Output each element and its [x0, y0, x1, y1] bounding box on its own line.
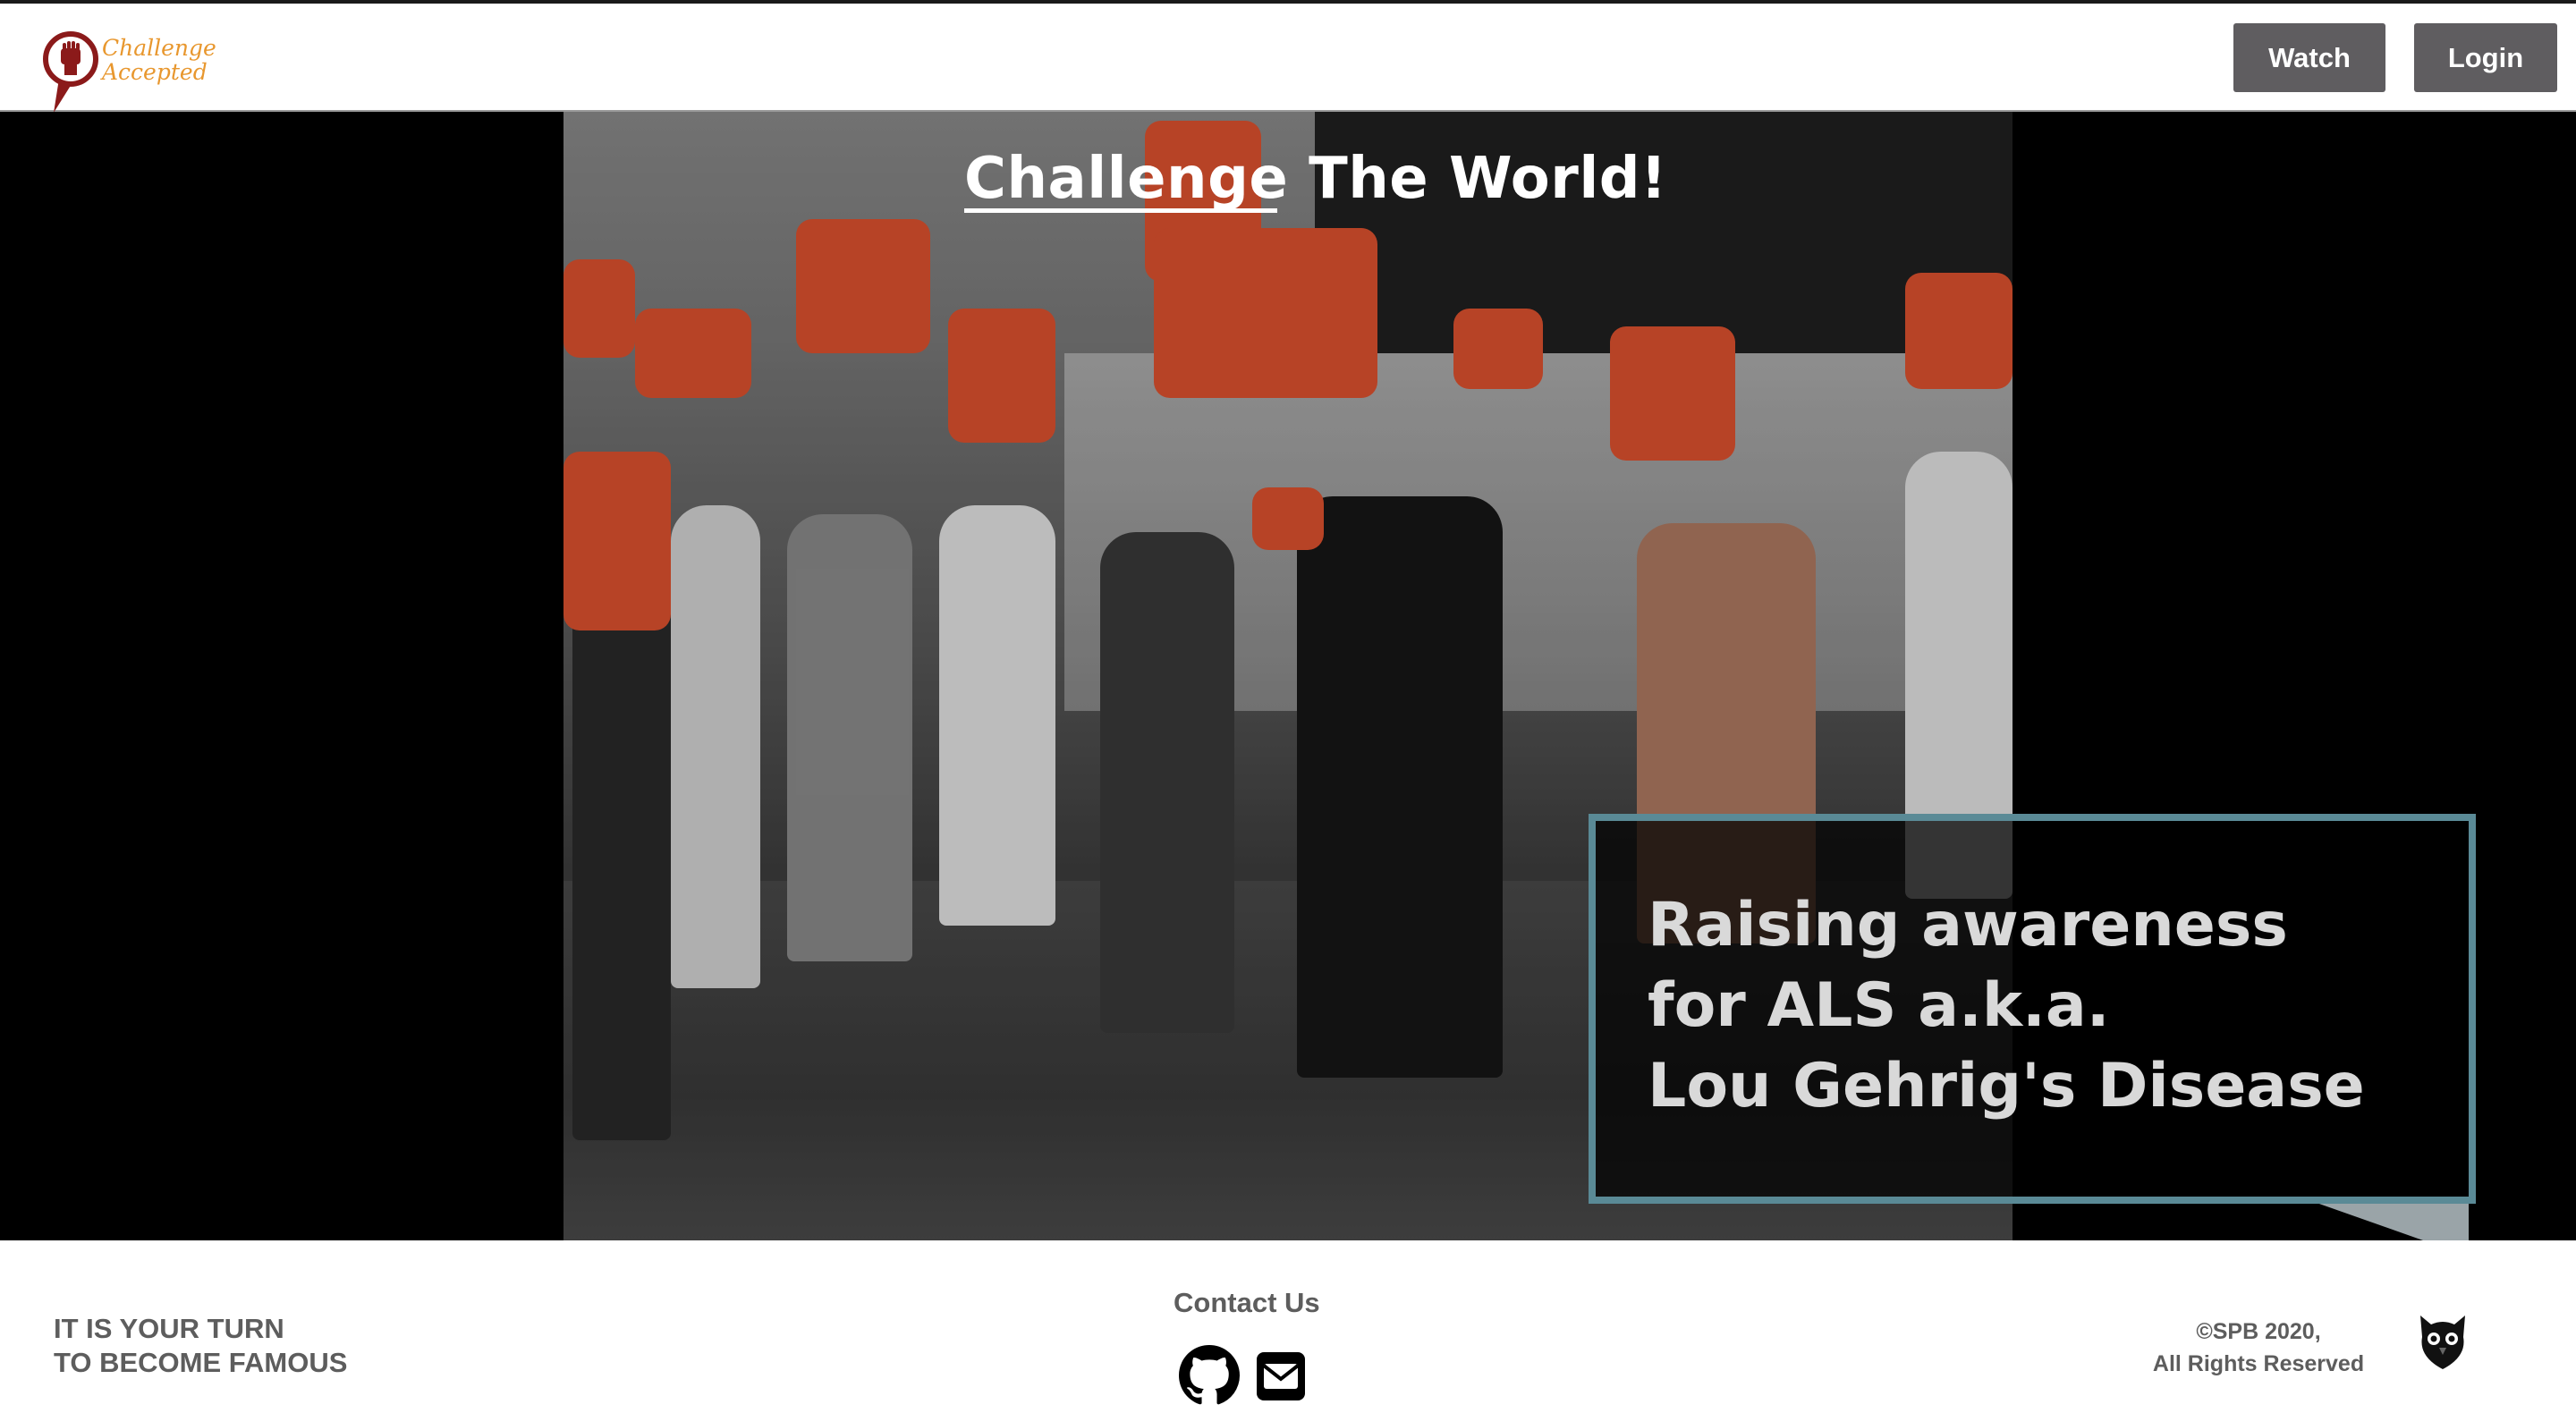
copyright: ©SPB 2020, All Rights Reserved	[2102, 1316, 2415, 1380]
github-link[interactable]	[1179, 1345, 1240, 1406]
site-footer: IT IS YOUR TURN TO BECOME FAMOUS Contact…	[0, 1240, 2576, 1413]
caption-line-3: Lou Gehrig's Disease	[1648, 1051, 2365, 1121]
hero-section: Challenge The World! Raising awareness f…	[0, 112, 2576, 1240]
logo-line-2: Accepted	[102, 59, 208, 85]
footer-tagline: IT IS YOUR TURN TO BECOME FAMOUS	[54, 1312, 347, 1380]
hero-title: Challenge The World!	[964, 146, 1667, 212]
owl-link[interactable]	[2415, 1310, 2470, 1373]
raised-fist-pin-icon	[43, 31, 98, 113]
envelope-icon	[1257, 1352, 1305, 1400]
watch-button[interactable]: Watch	[2233, 23, 2385, 92]
logo-line-1: Challenge	[102, 35, 216, 61]
copyright-line-2: All Rights Reserved	[2152, 1351, 2365, 1376]
github-icon	[1179, 1345, 1240, 1405]
caption-line-1: Raising awareness	[1648, 890, 2288, 960]
copyright-line-1: ©SPB 2020,	[2196, 1319, 2321, 1344]
logo-wordmark: Challenge Accepted	[102, 36, 216, 84]
tagline-line-1: IT IS YOUR TURN	[54, 1313, 284, 1344]
contact-title: Contact Us	[1174, 1287, 1320, 1318]
hero-title-part-2: The World!	[1309, 146, 1667, 212]
login-button[interactable]: Login	[2414, 23, 2557, 92]
hero-title-underline	[964, 208, 1277, 213]
caption-line-2: for ALS a.k.a.	[1648, 970, 2110, 1041]
site-header: Challenge Accepted Watch Login	[0, 4, 2576, 113]
logo[interactable]: Challenge Accepted	[41, 30, 220, 116]
owl-icon	[2420, 1316, 2465, 1369]
video-caption: Raising awareness for ALS a.k.a. Lou Geh…	[1648, 885, 2365, 1127]
email-link[interactable]	[1254, 1350, 1308, 1403]
tagline-line-2: TO BECOME FAMOUS	[54, 1347, 348, 1378]
hero-title-part-1: Challenge	[964, 146, 1289, 212]
caption-tail	[2317, 1203, 2469, 1240]
